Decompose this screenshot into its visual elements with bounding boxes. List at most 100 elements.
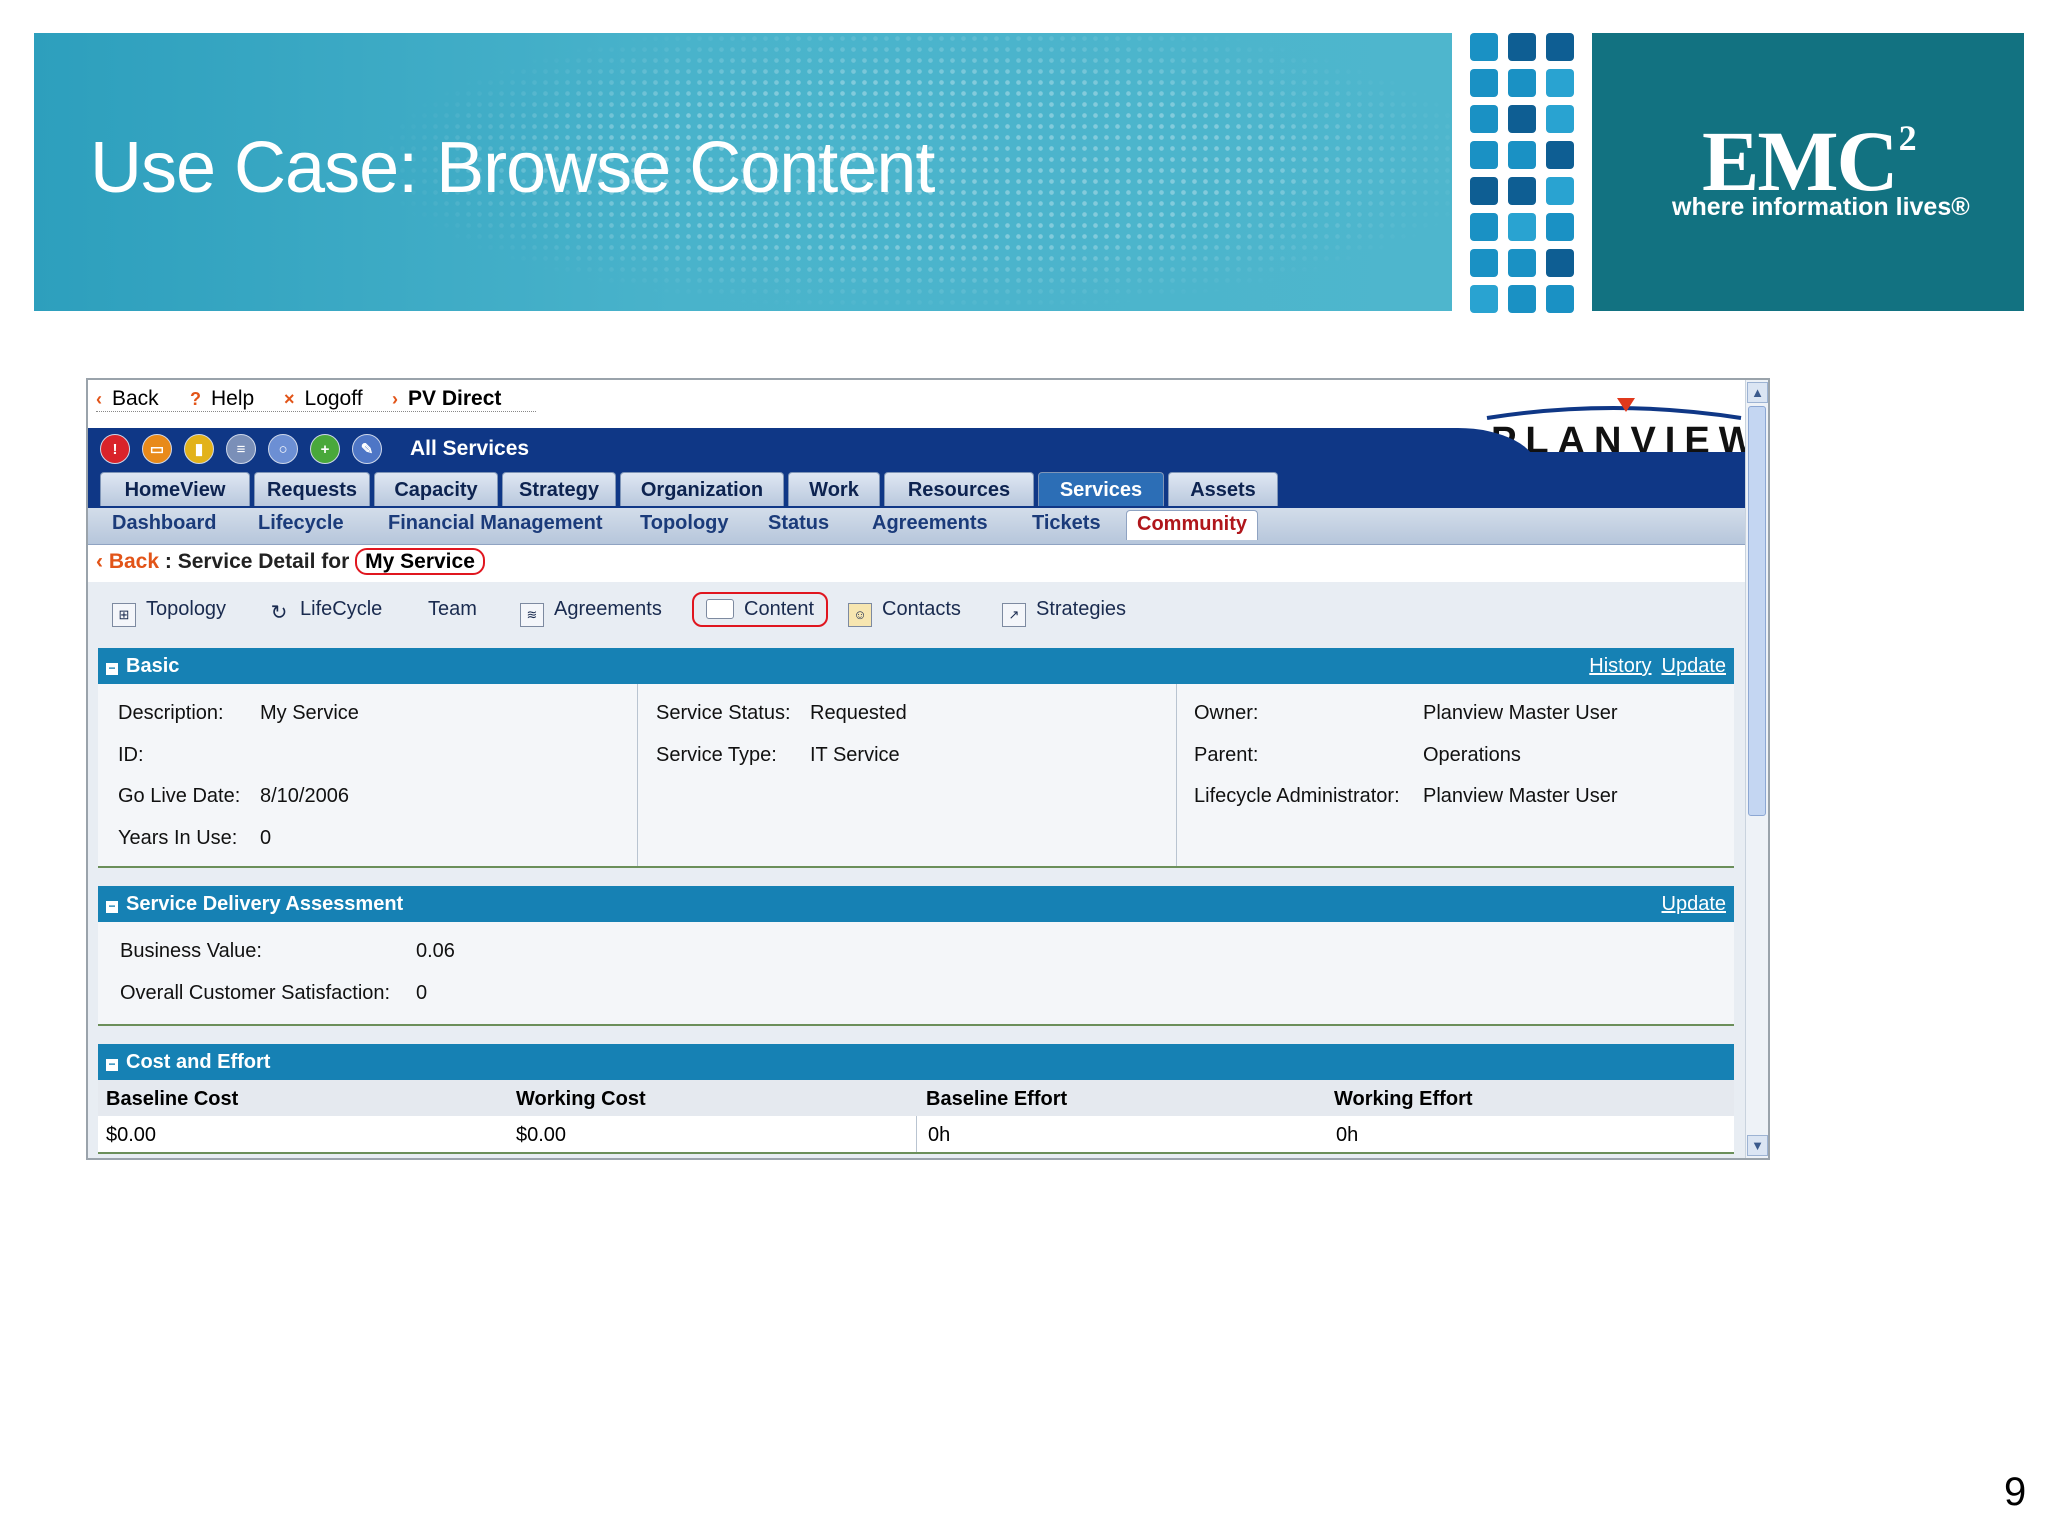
edit-icon[interactable]: ✎ [352, 434, 382, 464]
basic-panel: Description: My Service ID: Go Live Date… [98, 684, 1734, 868]
owner-value: Planview Master User [1423, 702, 1618, 724]
table-row: $0.00 $0.00 0h 0h [98, 1116, 1734, 1154]
breadcrumb-back-link[interactable]: ‹ Back [96, 550, 159, 573]
tile-pattern [1470, 33, 1576, 313]
service-type-value: IT Service [810, 744, 900, 766]
collapse-icon[interactable]: − [106, 1058, 118, 1071]
nav-underline [96, 411, 536, 412]
refresh-icon: ↻ [270, 602, 288, 624]
globe-icon[interactable]: ○ [268, 434, 298, 464]
subnav-lifecycle[interactable]: ↻ LifeCycle [268, 598, 383, 624]
parent-label: Parent: [1194, 744, 1259, 766]
assessment-section-header[interactable]: − Service Delivery Assessment Update [98, 886, 1734, 922]
working-cost-value: $0.00 [516, 1124, 567, 1146]
cell-divider [916, 1116, 917, 1152]
subtab-status[interactable]: Status [768, 512, 829, 535]
service-status-value: Requested [810, 702, 907, 724]
tab-strategy[interactable]: Strategy [502, 472, 616, 506]
subnav-content[interactable]: Content [692, 592, 829, 627]
lifecycle-admin-label: Lifecycle Administrator: [1194, 785, 1400, 807]
service-status-label: Service Status: [656, 702, 791, 724]
subnav-team[interactable]: Team [428, 598, 477, 621]
scroll-up-icon[interactable]: ▲ [1747, 382, 1768, 403]
business-value-label: Business Value: [120, 940, 262, 962]
tab-resources[interactable]: Resources [884, 472, 1034, 506]
subnav-strategies[interactable]: ↗ Strategies [1002, 598, 1126, 627]
emc-tagline: where information lives® [1672, 193, 1970, 221]
collapse-icon[interactable]: − [106, 900, 118, 913]
go-live-label: Go Live Date: [118, 785, 241, 807]
years-in-use-label: Years In Use: [118, 827, 238, 849]
subtab-topology[interactable]: Topology [640, 512, 729, 535]
working-effort-header: Working Effort [1334, 1088, 1473, 1110]
folder-icon [706, 599, 734, 619]
subtab-agreements[interactable]: Agreements [872, 512, 988, 535]
tab-assets[interactable]: Assets [1168, 472, 1278, 506]
scroll-down-icon[interactable]: ▼ [1747, 1135, 1768, 1156]
baseline-effort-value: 0h [928, 1124, 951, 1146]
add-icon[interactable]: + [310, 434, 340, 464]
go-live-value: 8/10/2006 [260, 785, 349, 807]
cost-table-header: Baseline Cost Working Cost Baseline Effo… [98, 1080, 1734, 1116]
id-label: ID: [118, 744, 144, 766]
slide-title: Use Case: Browse Content [90, 128, 935, 208]
logoff-link[interactable]: × Logoff [284, 387, 363, 411]
lifecycle-admin-value: Planview Master User [1423, 785, 1618, 807]
scroll-thumb[interactable] [1748, 406, 1766, 816]
subtab-lifecycle[interactable]: Lifecycle [258, 512, 344, 535]
toolbar-band-tail [1388, 452, 1748, 470]
subnav-agreements[interactable]: ≋ Agreements [520, 598, 662, 627]
baseline-effort-header: Baseline Effort [926, 1088, 1068, 1110]
alert-icon[interactable]: ! [100, 434, 130, 464]
working-effort-value: 0h [1336, 1124, 1359, 1146]
sub-tabs: Dashboard Lifecycle Financial Management… [88, 508, 1748, 545]
subtab-community[interactable]: Community [1126, 510, 1258, 540]
subtab-dashboard[interactable]: Dashboard [112, 512, 216, 535]
collapse-icon[interactable]: − [106, 662, 118, 675]
emc-logo-box: EMC2 where information lives® [1592, 33, 2024, 311]
owner-label: Owner: [1194, 702, 1259, 724]
help-link[interactable]: ? Help [190, 387, 254, 411]
tab-requests[interactable]: Requests [254, 472, 370, 506]
update-link[interactable]: Update [1662, 655, 1727, 677]
folder-icon[interactable]: ▭ [142, 434, 172, 464]
years-in-use-value: 0 [260, 827, 272, 849]
tab-work[interactable]: Work [788, 472, 880, 506]
subnav-topology[interactable]: ⊞ Topology [112, 598, 226, 627]
strategies-icon: ↗ [1002, 603, 1026, 627]
basic-section-header[interactable]: − Basic History Update [98, 648, 1734, 684]
history-link[interactable]: History [1589, 655, 1651, 677]
page-number: 9 [2004, 1470, 2027, 1514]
service-type-label: Service Type: [656, 744, 777, 766]
assessment-panel: Business Value: 0.06 Overall Customer Sa… [98, 922, 1734, 1026]
breadcrumb-current: My Service [355, 548, 485, 575]
toolbar-label: All Services [410, 437, 530, 460]
tab-capacity[interactable]: Capacity [374, 472, 498, 506]
tab-homeview[interactable]: HomeView [100, 472, 250, 506]
report-icon[interactable]: ≡ [226, 434, 256, 464]
satisfaction-value: 0 [416, 982, 428, 1004]
main-tabs: HomeView Requests Capacity Strategy Orga… [88, 470, 1748, 508]
pv-direct-link[interactable]: › PV Direct [392, 387, 501, 411]
toolbar: ! ▭ ▮ ≡ ○ + ✎ [100, 434, 382, 464]
parent-value: Operations [1423, 744, 1521, 766]
contacts-icon: ☺ [848, 603, 872, 627]
back-link[interactable]: ‹ Back [96, 387, 159, 411]
business-value-value: 0.06 [416, 940, 455, 962]
vertical-scrollbar[interactable]: ▲ ▼ [1745, 380, 1768, 1158]
tab-organization[interactable]: Organization [620, 472, 784, 506]
subtab-tickets[interactable]: Tickets [1032, 512, 1101, 535]
subtab-financial-management[interactable]: Financial Management [388, 512, 603, 535]
breadcrumb: ‹ Back : Service Detail for My Service [96, 548, 485, 575]
cost-section-header[interactable]: − Cost and Effort [98, 1044, 1734, 1080]
assessment-update-link[interactable]: Update [1662, 893, 1727, 915]
chart-icon[interactable]: ▮ [184, 434, 214, 464]
description-label: Description: [118, 702, 224, 724]
satisfaction-label: Overall Customer Satisfaction: [120, 982, 391, 1004]
tab-services[interactable]: Services [1038, 472, 1164, 506]
subnav-contacts[interactable]: ☺ Contacts [848, 598, 961, 627]
topology-icon: ⊞ [112, 603, 136, 627]
agreements-icon: ≋ [520, 603, 544, 627]
logo-marker-icon [1617, 398, 1635, 412]
working-cost-header: Working Cost [516, 1088, 646, 1110]
